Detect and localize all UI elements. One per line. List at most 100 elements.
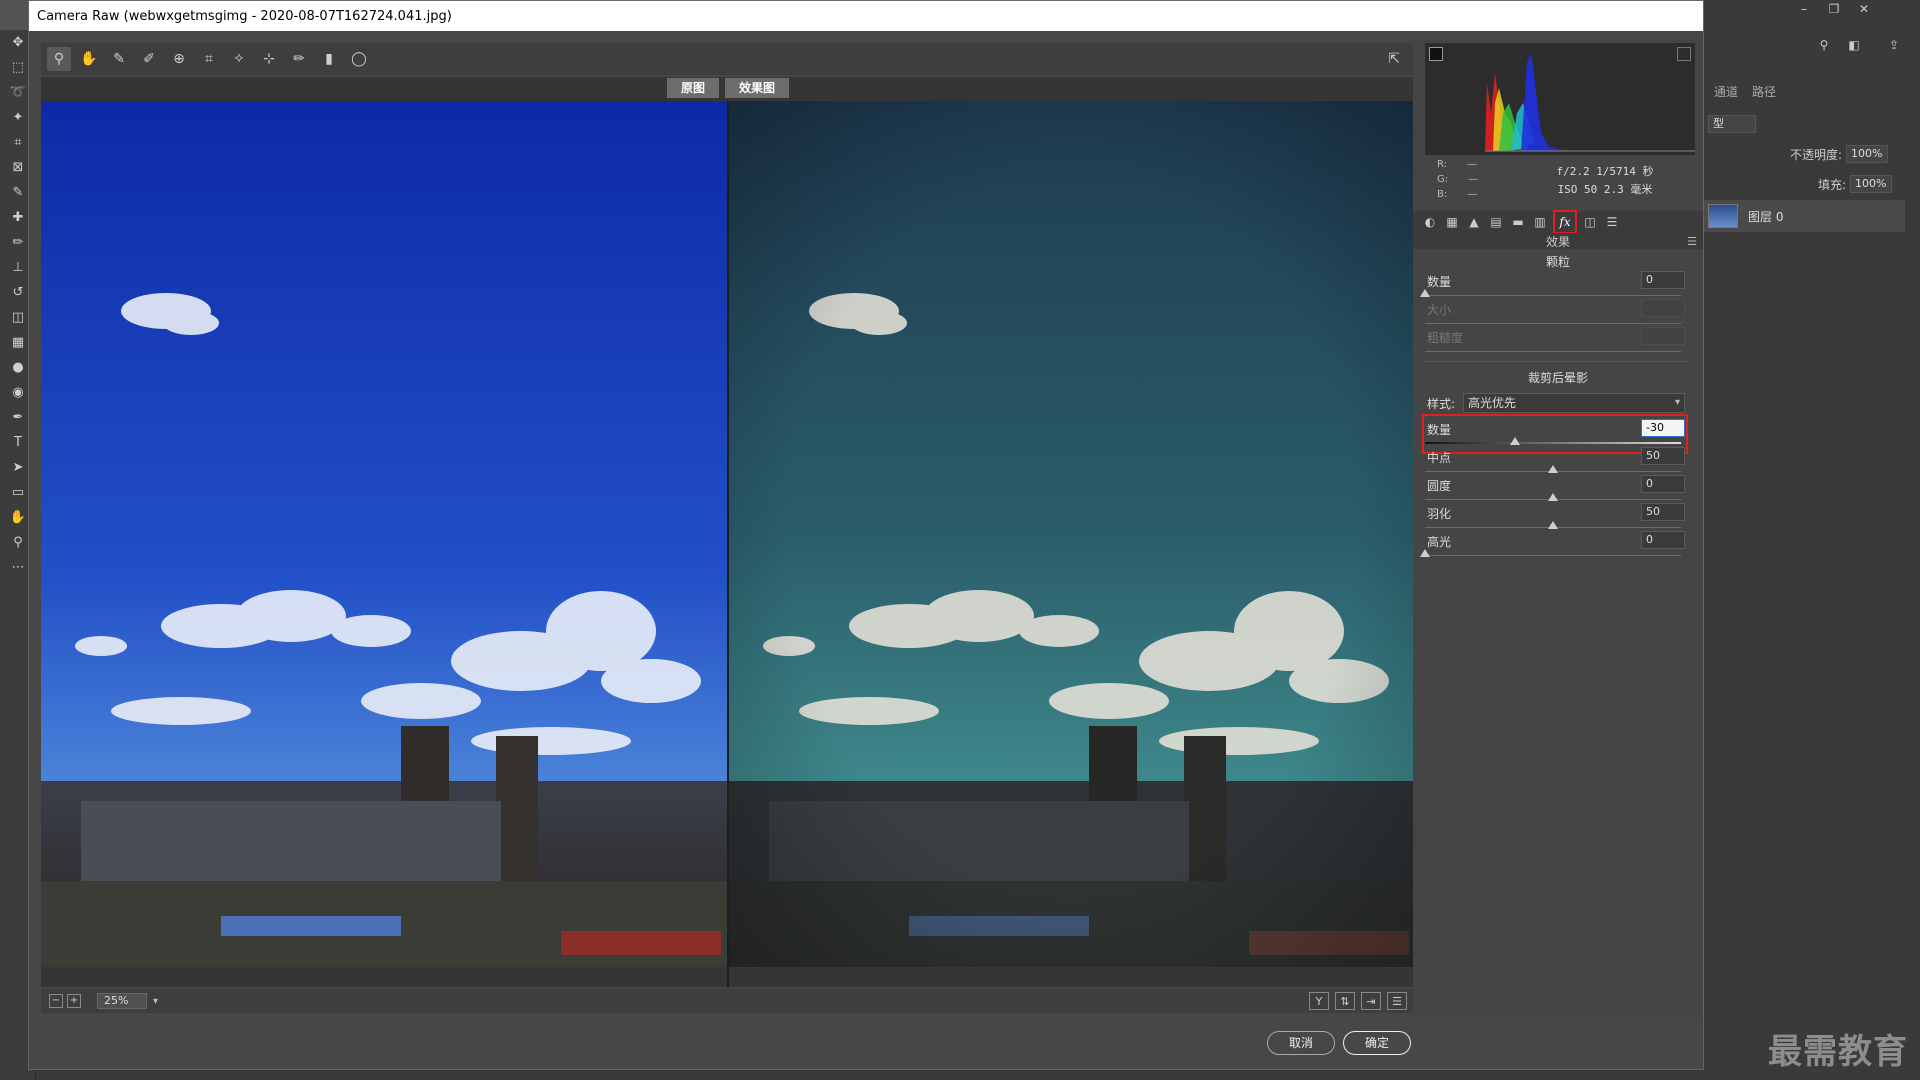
vignette-title: 裁剪后晕影	[1527, 371, 1588, 385]
ok-button[interactable]: 确定	[1343, 1031, 1411, 1055]
panel-menu-icon[interactable]: ☰	[1687, 235, 1697, 248]
dialog-title: Camera Raw (webwxgetmsgimg - 2020-08-07T…	[29, 1, 1703, 31]
vignette-amount-field[interactable]: -30	[1641, 419, 1685, 437]
opacity-row: 不透明度: 100%	[1700, 142, 1920, 166]
tab-hsl-icon[interactable]: ▤	[1487, 213, 1505, 231]
ps-window-controls: – ❐ ✕ ⚲ ◧ ⇪	[1700, 0, 1920, 70]
tab-tone-curve-icon[interactable]: ▦	[1443, 213, 1461, 231]
exif-aperture-shutter: f/2.2 1/5714 秒	[1556, 165, 1654, 178]
opacity-label: 不透明度:	[1790, 147, 1843, 162]
adjustment-panel: R: — G: — B: — f/2.2 1/5714 秒 ISO 50 2.3 毫米…	[1413, 39, 1703, 1019]
grain-size-field	[1641, 299, 1685, 317]
copy-settings-icon[interactable]: ⇥	[1361, 992, 1381, 1010]
tab-lens-icon[interactable]: ▥	[1531, 213, 1549, 231]
tab-detail-icon[interactable]: ▲	[1465, 213, 1483, 231]
tab-split-toning-icon[interactable]: ▬	[1509, 213, 1527, 231]
minimize-icon[interactable]: –	[1790, 0, 1818, 18]
chevron-down-icon: ▾	[1674, 397, 1680, 408]
vignette-feather-field[interactable]: 50	[1641, 503, 1685, 521]
spot-removal-tool-icon[interactable]: ✧	[227, 47, 251, 71]
watermark-text: 最需教育	[1768, 1032, 1908, 1072]
tab-basic-icon[interactable]: ◐	[1421, 213, 1439, 231]
preview-area: 原图 效果图	[41, 77, 1415, 987]
opacity-field[interactable]: 100%	[1846, 145, 1888, 163]
slider-thumb[interactable]	[1420, 289, 1430, 297]
crop-tool-icon[interactable]: ⌗	[197, 47, 221, 71]
chevron-down-icon[interactable]: ▾	[153, 996, 158, 1007]
preview-footer: − + 25% ▾ Y ⇅ ⇥ ☰	[41, 989, 1415, 1013]
ps-panel-tabs: 通道 路径	[1700, 80, 1920, 102]
tab-camera-calibration-icon[interactable]: ◫	[1581, 213, 1599, 231]
zoom-out-icon[interactable]: −	[49, 994, 63, 1008]
layer-thumbnail	[1708, 204, 1738, 228]
layer-kind-select[interactable]: 型	[1708, 115, 1756, 133]
layer-name: 图层 0	[1748, 209, 1784, 224]
exif-iso-focal: ISO 50 2.3 毫米	[1557, 183, 1653, 196]
vignette-highlights-slider[interactable]: 高光 0	[1420, 529, 1685, 563]
vignette-midpoint-field[interactable]: 50	[1641, 447, 1685, 465]
vignette-roundness-field[interactable]: 0	[1641, 475, 1685, 493]
section-title: 效果	[1413, 233, 1703, 249]
layer-row[interactable]: 图层 0	[1700, 200, 1905, 232]
fill-label: 填充:	[1818, 177, 1847, 192]
camera-raw-dialog: Camera Raw (webwxgetmsgimg - 2020-08-07T…	[28, 0, 1704, 1070]
targeted-adjustment-tool-icon[interactable]: ⊕	[167, 47, 191, 71]
tab-effects-icon[interactable]: fx	[1553, 210, 1577, 234]
slider-thumb[interactable]	[1548, 493, 1558, 501]
zoom-level-select[interactable]: 25%	[97, 993, 147, 1009]
after-label: 效果图	[725, 78, 790, 98]
close-icon[interactable]: ✕	[1850, 0, 1878, 18]
grain-roughness-field	[1641, 327, 1685, 345]
red-eye-tool-icon[interactable]: ⊹	[257, 47, 281, 71]
share-icon[interactable]: ⇪	[1880, 36, 1908, 54]
workspace-icon[interactable]: ◧	[1840, 36, 1868, 54]
before-label: 原图	[666, 78, 719, 98]
slider-thumb[interactable]	[1548, 465, 1558, 473]
view-mode-buttons: Y ⇅ ⇥ ☰	[1309, 992, 1407, 1010]
r-value: —	[1467, 159, 1478, 170]
white-balance-tool-icon[interactable]: ✎	[107, 47, 131, 71]
adjustment-brush-icon[interactable]: ✏	[287, 47, 311, 71]
graduated-filter-icon[interactable]: ▮	[317, 47, 341, 71]
ps-right-panels: – ❐ ✕ ⚲ ◧ ⇪ 通道 路径 型 不透明度: 100% 填充: 100% …	[1700, 0, 1920, 1080]
open-in-photoshop-icon[interactable]: ⇱	[1383, 48, 1405, 70]
restore-icon[interactable]: ❐	[1820, 0, 1848, 18]
g-value: —	[1468, 174, 1479, 185]
preview-preferences-icon[interactable]: ☰	[1387, 992, 1407, 1010]
section-divider	[1425, 361, 1687, 362]
fill-field[interactable]: 100%	[1850, 175, 1892, 193]
rgb-readout: R: — G: — B: —	[1437, 159, 1479, 200]
b-value: —	[1467, 189, 1478, 200]
before-image[interactable]	[41, 101, 727, 967]
image-info: R: — G: — B: — f/2.2 1/5714 秒 ISO 50 2.3 毫米	[1425, 157, 1695, 207]
preview-labels: 原图 效果图	[41, 77, 1415, 99]
exif-info: f/2.2 1/5714 秒 ISO 50 2.3 毫米	[1515, 157, 1695, 207]
grain-roughness-slider: 粗糙度	[1425, 325, 1685, 359]
vignette-style-row: 样式: 高光优先 ▾	[1425, 393, 1685, 413]
color-sampler-tool-icon[interactable]: ✐	[137, 47, 161, 71]
zoom-tool-icon[interactable]: ⚲	[47, 47, 71, 71]
tab-paths[interactable]: 路径	[1752, 83, 1776, 100]
slider-thumb[interactable]	[1420, 549, 1430, 557]
radial-filter-icon[interactable]: ◯	[347, 47, 371, 71]
zoom-in-icon[interactable]: +	[67, 994, 81, 1008]
slider-thumb[interactable]	[1509, 437, 1520, 445]
vignette-style-select[interactable]: 高光优先 ▾	[1463, 393, 1685, 413]
search-icon[interactable]: ⚲	[1810, 36, 1838, 54]
vignette-highlights-field[interactable]: 0	[1641, 531, 1685, 549]
panel-tabs: ◐ ▦ ▲ ▤ ▬ ▥ fx ◫ ☰	[1413, 210, 1703, 234]
tab-presets-icon[interactable]: ☰	[1603, 213, 1621, 231]
cancel-button[interactable]: 取消	[1267, 1031, 1335, 1055]
after-image[interactable]	[729, 101, 1415, 967]
layer-filter-row: 型	[1700, 112, 1920, 136]
grain-amount-field[interactable]: 0	[1641, 271, 1685, 289]
slider-thumb[interactable]	[1548, 521, 1558, 529]
histogram	[1425, 43, 1695, 155]
hand-tool-icon[interactable]: ✋	[77, 47, 101, 71]
fill-row: 填充: 100%	[1700, 172, 1920, 196]
before-after-view-icon[interactable]: Y	[1309, 992, 1329, 1010]
camera-raw-toolbar: ⚲ ✋ ✎ ✐ ⊕ ⌗ ✧ ⊹ ✏ ▮ ◯ ⇱	[41, 43, 1415, 75]
swap-settings-icon[interactable]: ⇅	[1335, 992, 1355, 1010]
grain-title: 颗粒	[1545, 255, 1570, 269]
tab-channels[interactable]: 通道	[1714, 83, 1738, 100]
